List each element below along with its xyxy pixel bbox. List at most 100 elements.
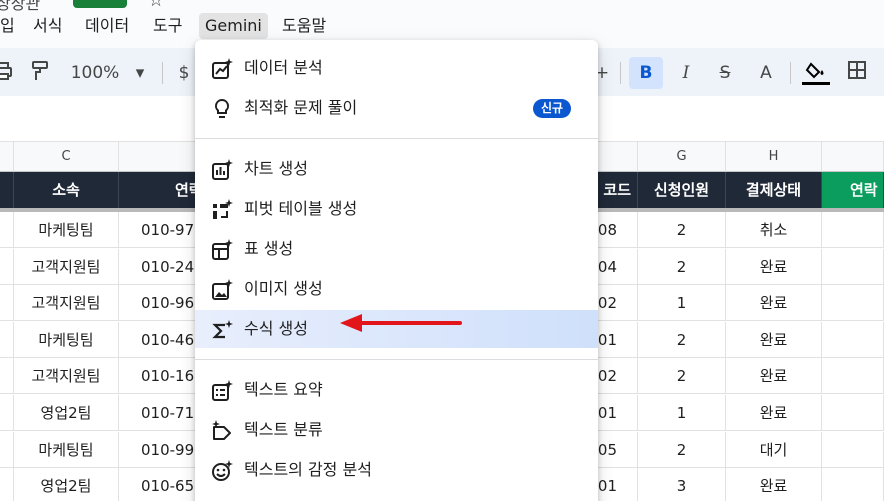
menu-item-create-pivot[interactable]: 피벗 테이블 생성 (195, 190, 598, 228)
menu-insert[interactable]: 입 (0, 13, 21, 39)
dept-cell[interactable]: 고객지원팀 (14, 248, 119, 285)
empty-cell[interactable] (822, 395, 884, 431)
menu-item-label: 텍스트 분류 (244, 420, 323, 439)
chart-sparkle-icon (211, 58, 233, 80)
zoom-select[interactable]: 100% (70, 60, 120, 86)
applicants-cell[interactable]: 2 (638, 321, 726, 358)
menu-tools[interactable]: 도구 (147, 13, 188, 39)
header-cell-applicants[interactable]: 신청인원 (638, 172, 726, 208)
status-cell[interactable]: 완료 (726, 395, 822, 431)
dept-cell[interactable]: 고객지원팀 (14, 285, 119, 322)
column-header-g[interactable]: G (638, 142, 726, 172)
paint-format-icon[interactable] (28, 60, 52, 86)
print-icon[interactable] (0, 60, 14, 86)
table-sparkle-icon (211, 239, 233, 261)
status-cell[interactable]: 완료 (726, 468, 822, 501)
header-cell-dept[interactable]: 소속 (14, 172, 119, 208)
column-header-f[interactable] (598, 142, 638, 172)
menu-item-summarize-text[interactable]: 텍스트 요약 (195, 371, 598, 409)
empty-cell[interactable] (822, 431, 884, 468)
empty-cell[interactable] (822, 212, 884, 248)
new-badge: 신규 (533, 99, 572, 118)
column-header-b[interactable] (0, 142, 14, 172)
menu-item-label: 피벗 테이블 생성 (244, 199, 358, 218)
menu-item-label: 데이터 분석 (244, 58, 323, 77)
applicants-cell[interactable]: 3 (638, 468, 726, 501)
currency-button[interactable]: $ (176, 60, 192, 86)
dept-cell[interactable]: 마케팅팀 (14, 321, 119, 358)
italic-button[interactable]: I (674, 60, 698, 86)
empty-cell[interactable] (0, 468, 14, 501)
empty-cell[interactable] (822, 358, 884, 395)
strikethrough-button[interactable]: S (712, 60, 738, 86)
borders-icon[interactable] (844, 60, 870, 86)
status-cell[interactable]: 완료 (726, 248, 822, 285)
status-cell[interactable]: 완료 (726, 321, 822, 358)
empty-cell[interactable] (0, 248, 14, 285)
toolbar-divider (162, 62, 163, 84)
empty-cell[interactable] (0, 358, 14, 395)
menu-item-sentiment-analysis[interactable]: 텍스트의 감정 분석 (195, 451, 598, 489)
list-sparkle-icon (211, 380, 233, 402)
menu-item-label: 텍스트의 감정 분석 (244, 460, 372, 479)
empty-cell[interactable] (0, 212, 14, 248)
column-header-d[interactable] (119, 142, 196, 172)
text-color-button[interactable]: A (754, 60, 778, 86)
empty-cell[interactable] (822, 248, 884, 285)
menu-item-label: 수식 생성 (244, 319, 308, 338)
column-header-c[interactable]: C (14, 142, 119, 172)
status-cell[interactable]: 대기 (726, 431, 822, 468)
header-cell-contact-2[interactable]: 연락 (822, 172, 884, 208)
title-strip: 상장관 ☆ (0, 0, 884, 13)
applicants-cell[interactable]: 1 (638, 395, 726, 431)
menu-help[interactable]: 도움말 (276, 13, 332, 39)
menu-item-create-chart[interactable]: 차트 생성 (195, 150, 598, 188)
dept-cell[interactable]: 마케팅팀 (14, 431, 119, 468)
status-cell[interactable]: 취소 (726, 212, 822, 248)
menu-item-classify-text[interactable]: 텍스트 분류 (195, 411, 598, 449)
menu-data[interactable]: 데이터 (79, 13, 135, 39)
menu-item-create-image[interactable]: 이미지 생성 (195, 270, 598, 308)
menu-gemini[interactable]: Gemini (199, 13, 268, 39)
applicants-cell[interactable]: 2 (638, 431, 726, 468)
image-sparkle-icon (211, 279, 233, 301)
empty-cell[interactable] (0, 431, 14, 468)
menu-item-optimization[interactable]: 최적화 문제 풀이 신규 (195, 89, 598, 127)
empty-cell[interactable] (822, 468, 884, 501)
share-badge[interactable] (73, 0, 127, 8)
dept-cell[interactable]: 마케팅팀 (14, 212, 119, 248)
bar-chart-sparkle-icon (211, 159, 233, 181)
sigma-sparkle-icon (211, 319, 233, 341)
empty-cell[interactable] (822, 285, 884, 322)
arrow-head (340, 314, 362, 332)
menu-item-label: 최적화 문제 풀이 (244, 98, 358, 117)
dept-cell[interactable]: 영업2팀 (14, 395, 119, 431)
menu-item-label: 차트 생성 (244, 159, 308, 178)
status-cell[interactable]: 완료 (726, 358, 822, 395)
empty-cell[interactable] (0, 285, 14, 322)
chevron-down-icon[interactable]: ▾ (130, 60, 150, 86)
bold-button[interactable]: B (629, 57, 663, 89)
applicants-cell[interactable]: 2 (638, 212, 726, 248)
status-cell[interactable]: 완료 (726, 285, 822, 322)
header-cell-payment-status[interactable]: 결제상태 (726, 172, 822, 208)
menu-item-create-table[interactable]: 표 생성 (195, 230, 598, 268)
menu-item-data-analysis[interactable]: 데이터 분석 (195, 49, 598, 87)
menu-item-label: 텍스트 요약 (244, 380, 323, 399)
column-header-i[interactable] (822, 142, 884, 172)
menu-separator (195, 138, 598, 139)
applicants-cell[interactable]: 2 (638, 248, 726, 285)
applicants-cell[interactable]: 2 (638, 358, 726, 395)
toolbar-divider (790, 62, 791, 84)
empty-cell[interactable] (0, 321, 14, 358)
applicants-cell[interactable]: 1 (638, 285, 726, 322)
empty-cell[interactable] (0, 395, 14, 431)
dept-cell[interactable]: 고객지원팀 (14, 358, 119, 395)
dept-cell[interactable]: 영업2팀 (14, 468, 119, 501)
tag-sparkle-icon (211, 420, 233, 442)
menu-format[interactable]: 서식 (27, 13, 68, 39)
empty-cell[interactable] (822, 321, 884, 358)
header-cell[interactable] (0, 172, 14, 208)
column-header-h[interactable]: H (726, 142, 822, 172)
fill-color-swatch (802, 82, 830, 85)
